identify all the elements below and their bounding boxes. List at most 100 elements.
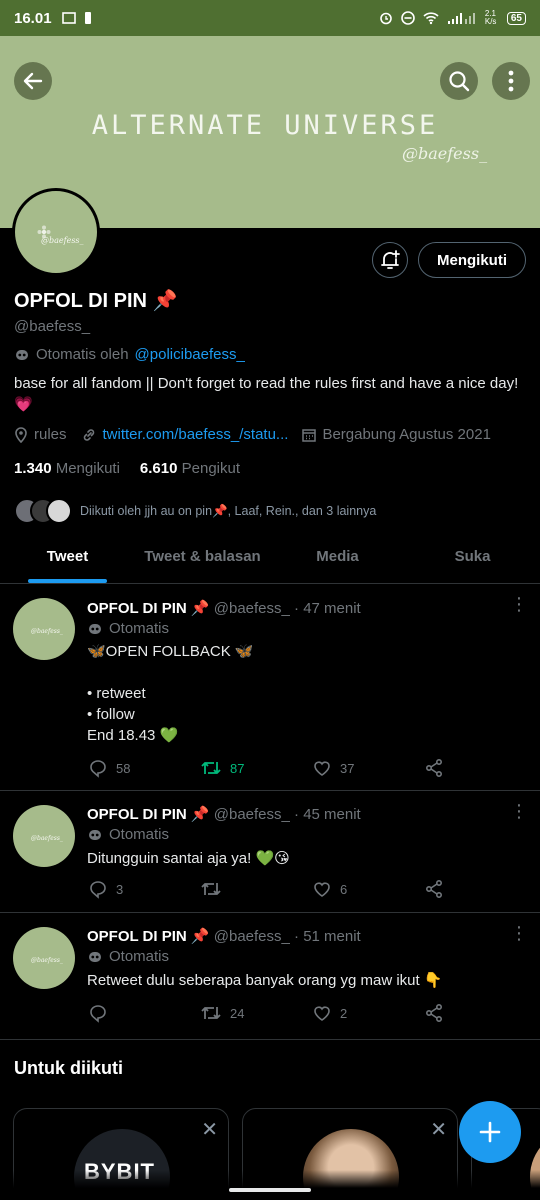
banner-title: ALTERNATE UNIVERSE <box>91 110 439 141</box>
notification-bell-button[interactable] <box>372 242 408 278</box>
avatar-text: @baefess_ <box>41 236 84 245</box>
followed-by-row[interactable]: Diikuti oleh jjh au on pin📌, Laaf, Rein.… <box>14 498 376 524</box>
tweet-more-button[interactable]: ⋮ <box>510 595 528 613</box>
like-button[interactable]: 37 <box>312 758 424 778</box>
share-icon <box>425 758 443 778</box>
plus-icon <box>479 1121 501 1143</box>
search-icon <box>449 71 470 92</box>
heart-icon <box>314 1006 330 1021</box>
tweet-author-handle: @baefess_ <box>213 600 290 617</box>
banner-subtitle: @baefess_ <box>402 144 488 163</box>
share-icon <box>425 1003 443 1023</box>
bot-icon <box>89 623 101 634</box>
reply-icon <box>90 760 106 778</box>
automated-prefix: Otomatis oleh <box>36 346 129 363</box>
share-icon <box>425 879 443 899</box>
tweet-author-name: OPFOL DI PIN 📌 <box>87 928 210 945</box>
tab-media[interactable]: Media <box>270 532 405 583</box>
heart-icon <box>314 882 330 897</box>
automated-account-link[interactable]: @policibaefess_ <box>135 346 245 363</box>
search-button[interactable] <box>440 62 478 100</box>
like-button[interactable]: 2 <box>312 1003 424 1023</box>
retweet-icon <box>201 762 221 774</box>
tweet-item[interactable]: @baefess_ OPFOL DI PIN 📌 @baefess_ · 47 … <box>0 584 540 791</box>
tweet-item[interactable]: @baefess_ OPFOL DI PIN 📌 @baefess_ · 45 … <box>0 791 540 913</box>
calendar-icon <box>302 428 317 442</box>
alarm-icon <box>380 12 392 25</box>
followers-count-link[interactable]: 6.610 Pengikut <box>140 460 240 477</box>
reply-button[interactable] <box>88 1003 200 1023</box>
share-button[interactable] <box>424 879 444 899</box>
battery-saver-icon <box>84 12 91 24</box>
tweet-item[interactable]: @baefess_ OPFOL DI PIN 📌 @baefess_ · 51 … <box>0 913 540 1040</box>
dnd-icon <box>401 11 415 25</box>
bot-icon <box>16 349 28 360</box>
tweet-more-button[interactable]: ⋮ <box>510 924 528 942</box>
battery-icon: 65 <box>506 11 526 25</box>
tab-tweet[interactable]: Tweet <box>0 532 135 583</box>
signal-icon <box>447 13 475 24</box>
compose-tweet-button[interactable] <box>459 1101 521 1163</box>
tweet-more-button[interactable]: ⋮ <box>510 802 528 820</box>
tweet-text: Retweet dulu seberapa banyak orang yg ma… <box>87 972 443 989</box>
profile-tabs: Tweet Tweet & balasan Media Suka <box>0 532 540 584</box>
following-count-link[interactable]: 1.340 Mengikuti <box>14 460 120 477</box>
retweet-button[interactable]: 24 <box>200 1003 312 1023</box>
retweet-button[interactable] <box>200 879 312 899</box>
more-vertical-icon <box>508 70 514 92</box>
more-options-button[interactable] <box>492 62 530 100</box>
retweet-button[interactable]: 87 <box>200 758 312 778</box>
profile-name: OPFOL DI PIN 📌 <box>14 290 178 312</box>
bot-icon <box>89 951 101 962</box>
tweet-time: · 47 menit <box>294 600 361 617</box>
close-icon[interactable]: ✕ <box>430 1117 447 1142</box>
profile-handle: @baefess_ <box>14 318 91 335</box>
tweet-author-name: OPFOL DI PIN 📌 <box>87 806 210 823</box>
profile-website-link[interactable]: twitter.com/baefess_/statu... <box>103 426 289 443</box>
tweet-author-handle: @baefess_ <box>213 806 290 823</box>
network-speed: 2.1 K/s <box>484 9 497 26</box>
status-bar: 16.01 2.1 K/s 65 <box>0 0 540 36</box>
tweet-avatar[interactable]: @baefess_ <box>13 598 75 660</box>
tweet-author-handle: @baefess_ <box>213 928 290 945</box>
home-indicator[interactable] <box>229 1188 311 1192</box>
tweet-text: Ditungguin santai aja ya! 💚😘 <box>87 850 290 867</box>
tweet-automated: Otomatis <box>87 826 169 843</box>
automated-label: Otomatis oleh @policibaefess_ <box>14 346 245 363</box>
suggestions-title: Untuk diikuti <box>14 1058 123 1078</box>
profile-joined: Bergabung Agustus 2021 <box>322 426 491 443</box>
profile-bio: base for all fandom || Don't forget to r… <box>14 375 519 413</box>
tweet-automated: Otomatis <box>87 948 169 965</box>
tab-likes[interactable]: Suka <box>405 532 540 583</box>
tab-tweet-replies[interactable]: Tweet & balasan <box>135 532 270 583</box>
profile-meta: rules twitter.com/baefess_/statu... Berg… <box>14 426 491 443</box>
close-icon[interactable]: ✕ <box>201 1117 218 1142</box>
tweet-author-name: OPFOL DI PIN 📌 <box>87 600 210 617</box>
tweet-actions: 3 6 <box>88 879 448 899</box>
retweet-icon <box>201 1007 221 1019</box>
tweet-text: 🦋OPEN FOLLBACK 🦋 • retweet • follow End … <box>87 643 254 744</box>
share-button[interactable] <box>424 1003 444 1023</box>
screenshot-icon <box>61 12 76 24</box>
tweet-header: OPFOL DI PIN 📌 @baefess_ · 51 menit <box>87 927 361 945</box>
share-button[interactable] <box>424 758 444 778</box>
tweet-actions: 58 87 37 <box>88 758 448 778</box>
wifi-icon <box>423 12 439 25</box>
tweet-avatar[interactable]: @baefess_ <box>13 927 75 989</box>
reply-button[interactable]: 3 <box>88 879 200 899</box>
reply-icon <box>90 1005 106 1023</box>
reply-button[interactable]: 58 <box>88 758 200 778</box>
tweet-avatar[interactable]: @baefess_ <box>13 805 75 867</box>
bot-icon <box>89 829 101 840</box>
profile-avatar[interactable]: @baefess_ <box>12 188 100 276</box>
follow-counts: 1.340 Mengikuti 6.610 Pengikut <box>14 460 240 477</box>
status-time: 16.01 <box>14 9 52 27</box>
tweet-automated: Otomatis <box>87 620 169 637</box>
location-icon <box>15 426 27 443</box>
back-button[interactable] <box>14 62 52 100</box>
retweet-icon <box>201 883 221 895</box>
reply-icon <box>90 881 106 899</box>
following-button[interactable]: Mengikuti <box>418 242 526 278</box>
link-icon <box>83 428 94 441</box>
like-button[interactable]: 6 <box>312 879 424 899</box>
